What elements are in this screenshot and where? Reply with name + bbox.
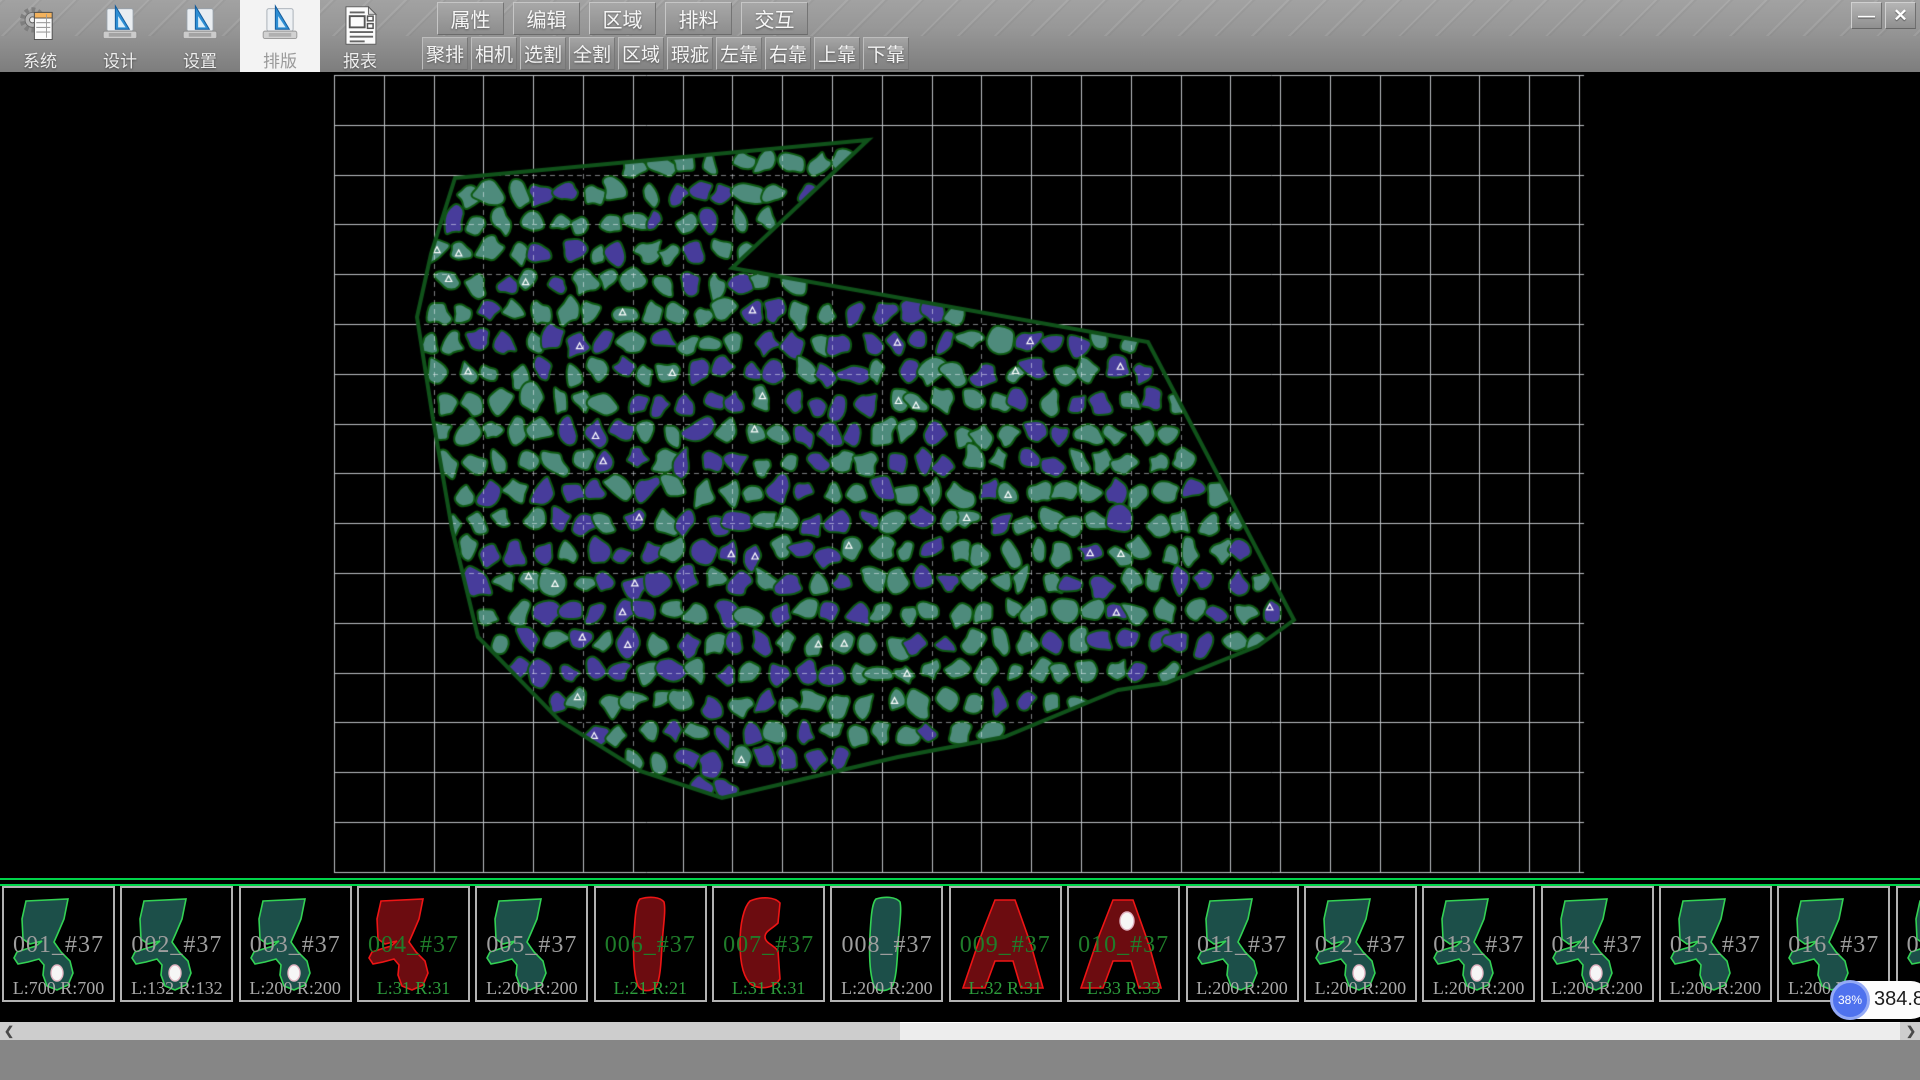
ruler-laptop-icon	[97, 4, 143, 47]
design-button[interactable]: 设计	[80, 0, 160, 72]
tab-nesting[interactable]: 排料	[665, 2, 732, 35]
main-toolbar: 系统 设计 设置	[0, 0, 1920, 72]
window-controls: — ✕	[1851, 2, 1916, 29]
thumbnail-cell[interactable]: 009_#37 L:32 R:31	[949, 886, 1062, 1002]
piece-id-label: 006_#37	[596, 932, 705, 959]
memory-value: 384.8M	[1874, 988, 1920, 1011]
ruler-laptop-icon	[257, 4, 303, 47]
thumbnail-cell[interactable]: 014_#37 L:200 R:200	[1541, 886, 1654, 1002]
piece-id-label: 003_#37	[241, 932, 350, 959]
nesting-button-label: 排版	[263, 47, 297, 72]
piece-id-label: 008_#37	[832, 932, 941, 959]
thumbnail-cell[interactable]: 001_#37 L:700 R:700	[2, 886, 115, 1002]
system-button-label: 系统	[23, 47, 57, 72]
report-document-icon	[337, 4, 383, 47]
thumbnail-cell[interactable]: 007_#37 L:31 R:31	[712, 886, 825, 1002]
piece-lr-count-label: L:32 R:31	[951, 978, 1060, 999]
piece-id-label: 009_#37	[951, 932, 1060, 959]
gear-notebook-icon	[17, 4, 63, 47]
scrollbar-thumb[interactable]	[900, 1022, 1900, 1040]
piece-lr-count-label: L:200 R:200	[241, 978, 350, 999]
piece-id-label: 014_#37	[1543, 932, 1652, 959]
piece-id-label: 015_#37	[1661, 932, 1770, 959]
tool-cut-all[interactable]: 全割	[569, 37, 615, 70]
minimize-button[interactable]: —	[1851, 2, 1882, 29]
piece-id-label: 001_#37	[4, 932, 113, 959]
nesting-button[interactable]: 排版	[240, 0, 320, 72]
tab-properties[interactable]: 属性	[437, 2, 504, 35]
piece-lr-count-label: L:200 R:200	[1661, 978, 1770, 999]
tab-interactive[interactable]: 交互	[741, 2, 808, 35]
report-button[interactable]: 报表	[320, 0, 400, 72]
piece-id-label: 012_#37	[1306, 932, 1415, 959]
design-button-label: 设计	[103, 47, 137, 72]
close-button[interactable]: ✕	[1885, 2, 1916, 29]
piece-id-label: 011_#37	[1188, 932, 1297, 959]
thumbnail-cell[interactable]: 015_#37 L:200 R:200	[1659, 886, 1772, 1002]
piece-lr-count-label: L:33 R:33	[1069, 978, 1178, 999]
tab-edit[interactable]: 编辑	[513, 2, 580, 35]
piece-lr-count-label: L:700 R:700	[4, 978, 113, 999]
thumbnail-cell[interactable]: 006_#37 L:21 R:21	[594, 886, 707, 1002]
menu-tab-row: 属性 编辑 区域 排料 交互	[437, 2, 808, 35]
tool-cluster-nest[interactable]: 聚排	[422, 37, 468, 70]
piece-id-label: 013_#37	[1424, 932, 1533, 959]
thumbnail-cell[interactable]: 013_#37 L:200 R:200	[1422, 886, 1535, 1002]
thumbnail-cell[interactable]: 010_#37 L:33 R:33	[1067, 886, 1180, 1002]
report-button-label: 报表	[343, 47, 377, 72]
big-button-bar: 系统 设计 设置	[0, 0, 400, 72]
thumbnail-cell[interactable]: 011_#37 L:200 R:200	[1186, 886, 1299, 1002]
piece-lr-count-label: L:200 R:200	[832, 978, 941, 999]
scroll-right-arrow-icon[interactable]: ❯	[1902, 1022, 1920, 1040]
thumbnail-cells: 001_#37 L:700 R:700 002_#37 L:132 R:132 003_…	[0, 886, 1920, 1004]
ruler-laptop-icon	[177, 4, 223, 47]
thumbnail-cell[interactable]: 003_#37 L:200 R:200	[239, 886, 352, 1002]
piece-lr-count-label: L:21 R:21	[596, 978, 705, 999]
system-button[interactable]: 系统	[0, 0, 80, 72]
tool-align-bottom[interactable]: 下靠	[863, 37, 909, 70]
tool-align-top[interactable]: 上靠	[814, 37, 860, 70]
thumbnail-cell[interactable]: 004_#37 L:31 R:31	[357, 886, 470, 1002]
strip-divider-line	[0, 878, 1920, 880]
thumbnail-cell[interactable]: 008_#37 L:200 R:200	[830, 886, 943, 1002]
piece-id-label: 017_#37	[1898, 932, 1920, 959]
tool-region[interactable]: 区域	[618, 37, 664, 70]
tool-select-cut[interactable]: 选割	[520, 37, 566, 70]
piece-lr-count-label: L:132 R:132	[122, 978, 231, 999]
piece-lr-count-label: L:200 R:200	[1188, 978, 1297, 999]
tab-region[interactable]: 区域	[589, 2, 656, 35]
thumbnail-cell[interactable]: 002_#37 L:132 R:132	[120, 886, 233, 1002]
piece-thumbnail-strip: 001_#37 L:700 R:700 002_#37 L:132 R:132 003_…	[0, 878, 1920, 1022]
thumbnail-cell[interactable]: 005_#37 L:200 R:200	[475, 886, 588, 1002]
settings-button[interactable]: 设置	[160, 0, 240, 72]
piece-id-label: 010_#37	[1069, 932, 1178, 959]
tool-camera[interactable]: 相机	[471, 37, 517, 70]
piece-id-label: 002_#37	[122, 932, 231, 959]
tool-align-left[interactable]: 左靠	[716, 37, 762, 70]
nesting-canvas[interactable]	[0, 72, 1920, 878]
bottom-status-area	[0, 1040, 1920, 1080]
piece-lr-count-label: L:200 R:200	[1543, 978, 1652, 999]
horizontal-scrollbar[interactable]: ❮ ❯	[0, 1022, 1920, 1040]
piece-id-label: 016_#37	[1779, 932, 1888, 959]
tool-align-right[interactable]: 右靠	[765, 37, 811, 70]
piece-id-label: 005_#37	[477, 932, 586, 959]
piece-lr-count-label: L:200 R:200	[1306, 978, 1415, 999]
piece-lr-count-label: L:31 R:31	[714, 978, 823, 999]
tool-defect[interactable]: 瑕疵	[667, 37, 713, 70]
piece-id-label: 007_#37	[714, 932, 823, 959]
settings-button-label: 设置	[183, 47, 217, 72]
scroll-left-arrow-icon[interactable]: ❮	[0, 1022, 18, 1040]
piece-lr-count-label: L:200 R:200	[1424, 978, 1533, 999]
piece-id-label: 004_#37	[359, 932, 468, 959]
tool-button-row: 聚排 相机 选割 全割 区域 瑕疵 左靠 右靠 上靠 下靠	[422, 37, 909, 70]
piece-lr-count-label: L:200 R:200	[477, 978, 586, 999]
piece-lr-count-label: L:31 R:31	[359, 978, 468, 999]
progress-circle: 38%	[1830, 980, 1870, 1020]
app-window: 系统 设计 设置	[0, 0, 1920, 1080]
thumbnail-cell[interactable]: 012_#37 L:200 R:200	[1304, 886, 1417, 1002]
